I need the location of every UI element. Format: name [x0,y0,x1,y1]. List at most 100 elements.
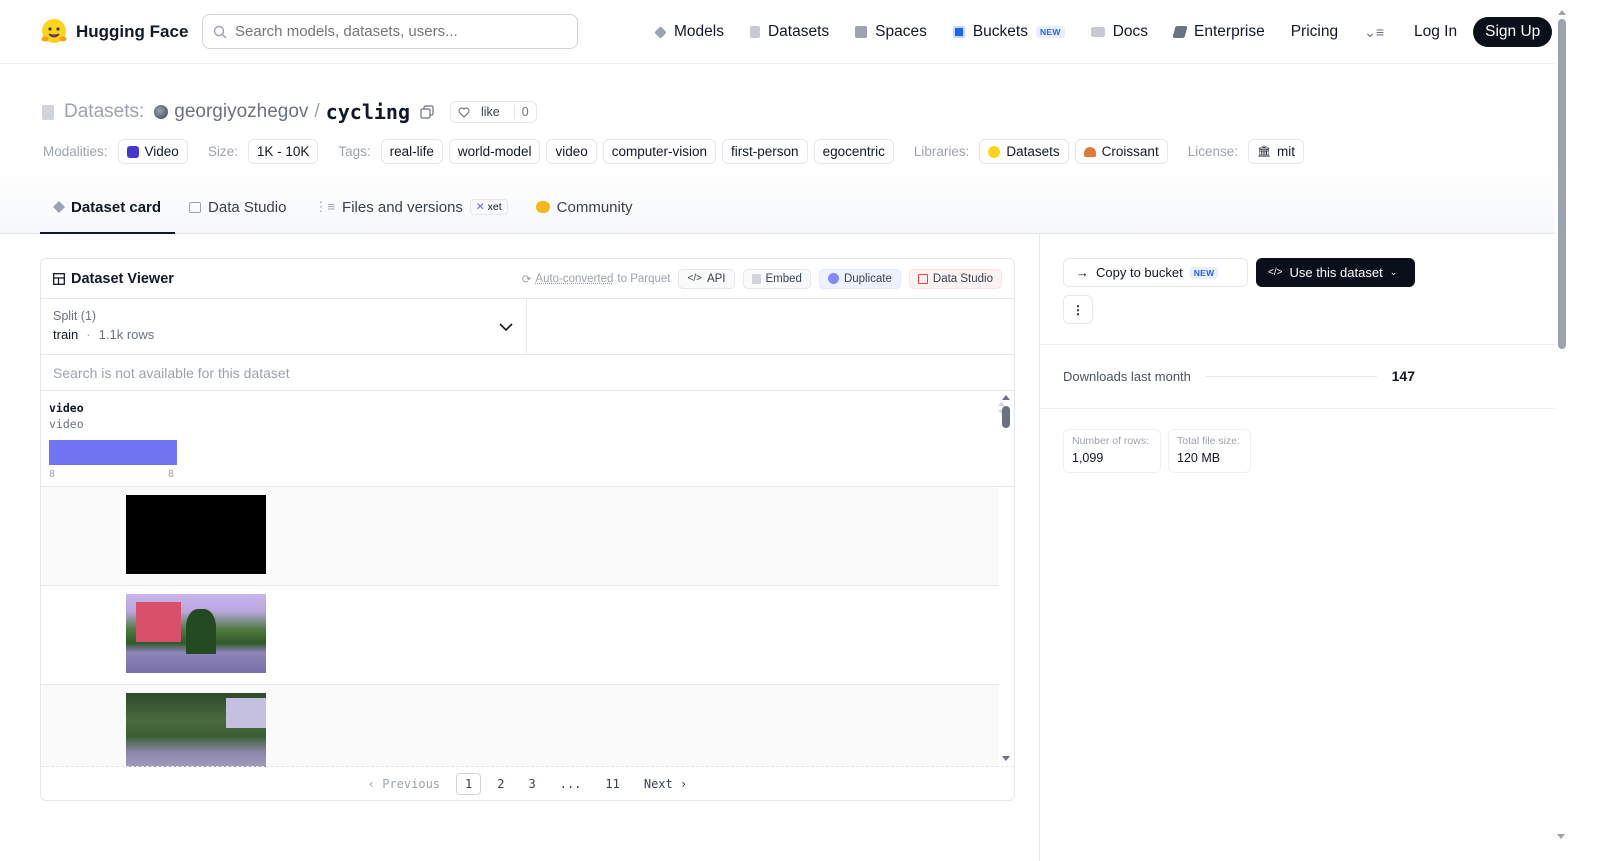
filesize-stat: Total file size: 120 MB [1168,429,1251,473]
dataset-tabs: Dataset card Data Studio ⋮≡ Files and ver… [40,182,647,234]
dataset-meta-row: Modalities: Video Size: 1K - 10K Tags: r… [43,139,1304,164]
rows-label: Number of rows: [1072,435,1150,447]
use-this-dataset-button[interactable]: </> Use this dataset ⌄ [1256,258,1415,287]
size-chip[interactable]: 1K - 10K [247,139,319,164]
search-input[interactable] [235,23,555,40]
license-chip[interactable]: 🏛 mit [1248,139,1304,164]
auto-converted-note: ⟳ Auto-converted to Parquet [521,272,671,286]
previous-page-button[interactable]: ‹ Previous [360,774,448,794]
login-link[interactable]: Log In [1414,23,1457,41]
embed-icon [751,273,761,284]
api-button[interactable]: </> API [678,268,735,289]
pagination: ‹ Previous 1 2 3 ... 11 Next › [41,766,1014,800]
table-icon [53,272,65,285]
scroll-up-arrow[interactable] [1002,395,1010,400]
nav-docs[interactable]: Docs [1090,23,1148,41]
nav-enterprise[interactable]: Enterprise [1172,23,1265,41]
data-studio-button[interactable]: Data Studio [908,268,1002,289]
modalities-label: Modalities: [43,144,108,159]
page-button[interactable]: 11 [597,774,627,794]
scrollbar-thumb[interactable] [1002,406,1010,428]
histogram-max-label: 8 [168,469,175,480]
tab-files-and-versions[interactable]: ⋮≡ Files and versions ✕ xet [300,182,521,234]
owner-avatar [154,105,169,119]
page-button[interactable]: 2 [489,774,512,794]
nav-pricing[interactable]: Pricing [1291,23,1338,41]
page-button[interactable]: 1 [456,772,482,795]
tag-chip[interactable]: world-model [448,139,541,164]
dataset-owner-link[interactable]: georgiyozhegov [174,101,308,123]
tab-community[interactable]: Community [522,182,647,234]
cube-icon [52,200,66,214]
table-row[interactable] [41,586,999,685]
chevron-down-icon: ⌄ [1389,267,1398,277]
library-chip-datasets[interactable]: Datasets [979,139,1069,164]
rows-stat: Number of rows: 1,099 [1063,429,1161,473]
page-ellipsis: ... [559,776,582,791]
table-row[interactable] [41,487,999,586]
copy-to-bucket-button[interactable]: → Copy to bucket NEW [1063,258,1248,287]
more-options-button[interactable]: ⋮ [1063,295,1093,324]
hugging-face-icon [988,145,1001,158]
hugging-face-logo-icon [41,18,67,43]
like-button[interactable]: like 0 [450,101,537,123]
like-label: like [481,105,500,119]
dataset-header: Datasets: georgiyozhegov / cycling like … [0,64,1568,234]
brand-logo[interactable]: Hugging Face [40,18,188,46]
viewer-title: Dataset Viewer [53,271,174,287]
video-thumbnail[interactable] [126,693,266,767]
new-badge: NEW [1035,26,1065,38]
table-scrollbar[interactable] [1001,395,1011,761]
more-menu-button[interactable]: ⌄≡ [1364,24,1384,41]
refresh-icon: ⟳ [521,273,532,286]
split-select[interactable]: Split (1) train · 1.1k rows [41,299,527,354]
global-search[interactable] [202,14,578,49]
scroll-down-arrow[interactable] [1002,756,1010,761]
search-icon [213,25,227,38]
datasets-prefix[interactable]: Datasets: [64,101,144,123]
video-thumbnail[interactable] [126,495,266,574]
menu-icon: ⌄≡ [1364,23,1384,40]
bucket-icon [952,26,965,38]
license-label: License: [1187,144,1238,159]
column-header-video[interactable]: video video 8 8 [41,391,1014,487]
duplicate-button[interactable]: Duplicate [818,268,901,289]
column-type: video [49,417,84,431]
library-chip-croissant[interactable]: Croissant [1074,139,1168,164]
scale-icon: 🏛 [1257,146,1271,158]
video-thumbnail[interactable] [126,594,266,673]
scroll-down-arrow[interactable] [1557,834,1565,839]
split-label: Split (1) [53,309,97,323]
scrollbar-thumb[interactable] [1557,19,1566,349]
scroll-up-arrow[interactable] [1557,10,1566,15]
dataset-title-row: Datasets: georgiyozhegov / cycling like … [42,100,537,124]
page-button[interactable]: 3 [520,774,543,794]
modality-chip-video[interactable]: Video [117,139,188,164]
search-disabled-text: Search is not available for this dataset [53,364,290,381]
page-scrollbar[interactable] [1555,0,1568,861]
nav-models[interactable]: Models [654,23,724,41]
nav-spaces[interactable]: Spaces [855,23,927,41]
tag-chip[interactable]: video [546,139,597,164]
next-page-button[interactable]: Next › [636,774,695,794]
dataset-name[interactable]: cycling [326,100,410,124]
copy-icon[interactable] [420,105,434,119]
auto-converted-link[interactable]: Auto-converted [535,273,613,285]
tag-chip[interactable]: computer-vision [602,139,717,164]
tag-chip[interactable]: egocentric [813,139,894,164]
table-body: video video 8 8 [41,391,1014,767]
tag-chip[interactable]: real-life [380,139,443,164]
nav-buckets[interactable]: Buckets NEW [952,23,1065,41]
column-histogram-bar[interactable] [49,440,177,465]
table-row[interactable] [41,685,999,767]
embed-button[interactable]: Embed [742,268,811,289]
new-badge: NEW [1189,266,1219,279]
nav-datasets[interactable]: Datasets [749,23,829,41]
path-separator: / [314,101,320,122]
tag-chip[interactable]: first-person [722,139,808,164]
tab-dataset-card[interactable]: Dataset card [40,182,176,234]
split-rows: 1.1k rows [98,327,155,342]
tab-data-studio[interactable]: Data Studio [175,182,300,234]
signup-button[interactable]: Sign Up [1473,17,1553,47]
croissant-icon [1083,146,1096,157]
